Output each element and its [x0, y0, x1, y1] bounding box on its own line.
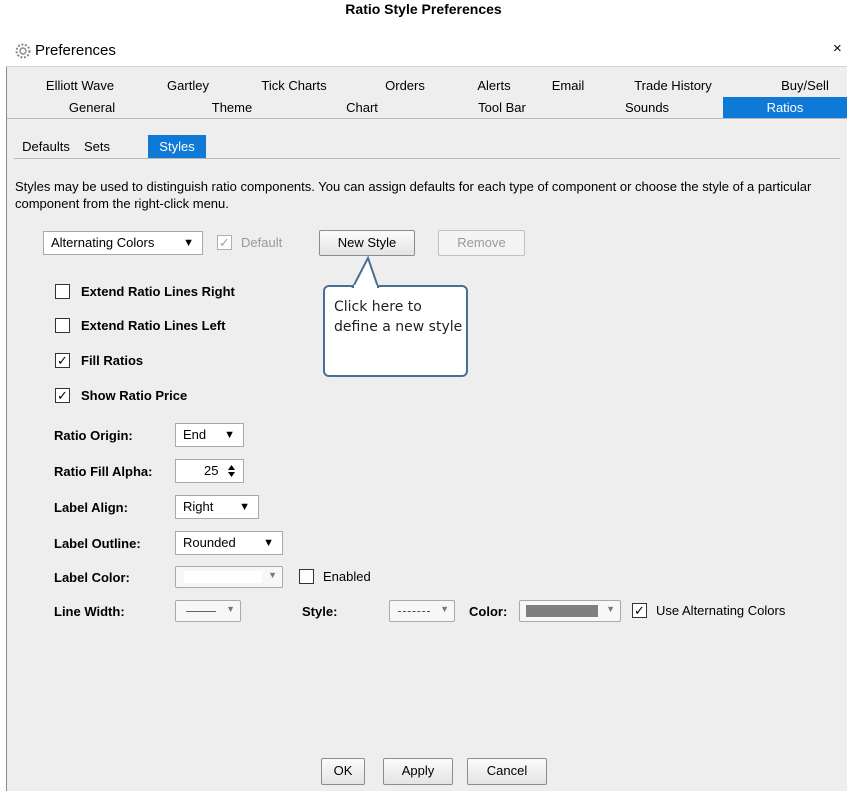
preferences-icon: [15, 43, 31, 59]
fill-ratios-label: Fill Ratios: [81, 353, 144, 368]
ok-button[interactable]: OK: [321, 758, 365, 785]
label-outline-label: Label Outline:: [54, 536, 141, 551]
default-label: Default: [241, 235, 283, 250]
ratio-fill-alpha-label: Ratio Fill Alpha:: [54, 464, 153, 479]
tab-gartley[interactable]: Gartley: [158, 75, 218, 96]
tab-buy-sell[interactable]: Buy/Sell: [773, 75, 837, 96]
line-width-select[interactable]: ▼: [175, 600, 241, 622]
check-icon: ✓: [57, 353, 68, 368]
line-color-picker[interactable]: ▼: [519, 600, 621, 622]
label-enabled-label: Enabled: [323, 569, 371, 584]
chevron-down-icon: ▼: [226, 604, 235, 614]
preferences-window: [6, 37, 847, 791]
tab-row-2: General Theme Chart Tool Bar Sounds Rati…: [7, 97, 847, 118]
tab-ratios[interactable]: Ratios: [723, 97, 847, 118]
tab-trade-history[interactable]: Trade History: [619, 75, 727, 96]
style-select-value: Alternating Colors: [51, 235, 155, 250]
tab-tool-bar[interactable]: Tool Bar: [462, 97, 542, 118]
check-icon: ✓: [57, 388, 68, 403]
cancel-button[interactable]: Cancel: [467, 758, 547, 785]
tab-alerts[interactable]: Alerts: [468, 75, 520, 96]
ratio-fill-alpha-value: 25: [204, 463, 219, 478]
fill-ratios-checkbox[interactable]: ✓: [55, 353, 70, 368]
subtab-sets[interactable]: Sets: [79, 135, 115, 158]
line-style-preview: [398, 611, 430, 612]
label-align-select[interactable]: Right ▼: [175, 495, 259, 519]
color-label: Color:: [469, 604, 508, 619]
tab-email[interactable]: Email: [544, 75, 592, 96]
tab-general[interactable]: General: [52, 97, 132, 118]
tab-chart[interactable]: Chart: [332, 97, 392, 118]
chevron-down-icon: ▼: [440, 604, 449, 614]
tab-tick-charts[interactable]: Tick Charts: [250, 75, 338, 96]
show-ratio-price-label: Show Ratio Price: [81, 388, 188, 403]
remove-button[interactable]: Remove: [438, 230, 525, 256]
ratio-origin-select[interactable]: End ▼: [175, 423, 244, 447]
chevron-down-icon: ▼: [268, 570, 277, 580]
chevron-down-icon: ▼: [239, 501, 250, 513]
chevron-down-icon: ▼: [183, 237, 194, 249]
style-select[interactable]: Alternating Colors ▼: [43, 231, 203, 255]
label-outline-value: Rounded: [183, 535, 236, 550]
tab-elliott-wave[interactable]: Elliott Wave: [42, 75, 118, 96]
label-enabled-checkbox[interactable]: [299, 569, 314, 584]
spinner-arrows-icon: [228, 465, 235, 477]
label-color-swatch: [184, 571, 262, 583]
close-icon[interactable]: ×: [833, 40, 842, 58]
new-style-button[interactable]: New Style: [319, 230, 415, 256]
use-alternating-checkbox[interactable]: ✓: [632, 603, 647, 618]
page-caption: Ratio Style Preferences: [345, 1, 502, 17]
style-label: Style:: [302, 604, 338, 619]
extend-left-checkbox[interactable]: [55, 318, 70, 333]
extend-right-checkbox[interactable]: [55, 284, 70, 299]
line-style-select[interactable]: ▼: [389, 600, 455, 622]
label-outline-select[interactable]: Rounded ▼: [175, 531, 283, 555]
chevron-down-icon: ▼: [263, 537, 274, 549]
check-icon: ✓: [219, 235, 230, 250]
tab-orders[interactable]: Orders: [377, 75, 433, 96]
line-width-label: Line Width:: [54, 604, 125, 619]
chevron-down-icon: ▼: [224, 429, 235, 441]
ratio-origin-value: End: [183, 427, 207, 442]
callout-pointer: [351, 256, 380, 288]
check-icon: ✓: [634, 603, 645, 618]
tab-theme[interactable]: Theme: [197, 97, 267, 118]
tab-row-1: Elliott Wave Gartley Tick Charts Orders …: [7, 75, 847, 96]
label-align-value: Right: [183, 499, 214, 514]
line-color-swatch: [526, 605, 598, 617]
extend-right-label: Extend Ratio Lines Right: [81, 284, 235, 299]
label-align-label: Label Align:: [54, 500, 128, 515]
title-bar: [6, 37, 847, 67]
extend-left-label: Extend Ratio Lines Left: [81, 318, 226, 333]
ratio-origin-label: Ratio Origin:: [54, 428, 133, 443]
label-color-picker[interactable]: ▼: [175, 566, 283, 588]
chevron-down-icon: ▼: [606, 604, 615, 614]
tab-sounds[interactable]: Sounds: [607, 97, 687, 118]
window-title: Preferences: [35, 42, 116, 59]
default-checkbox[interactable]: ✓: [217, 235, 232, 250]
subtab-styles[interactable]: Styles: [148, 135, 206, 158]
styles-description: Styles may be used to distinguish ratio …: [15, 179, 812, 211]
label-color-label: Label Color:: [54, 570, 130, 585]
show-ratio-price-checkbox[interactable]: ✓: [55, 388, 70, 403]
subtab-defaults[interactable]: Defaults: [14, 135, 78, 158]
line-width-preview: [186, 611, 216, 612]
ratio-fill-alpha-spinner[interactable]: 25: [175, 459, 244, 483]
callout-text: Click here to define a new style: [334, 299, 463, 335]
subtab-divider: [14, 158, 840, 159]
tab-divider: [7, 118, 847, 119]
apply-button[interactable]: Apply: [383, 758, 453, 785]
use-alternating-label: Use Alternating Colors: [656, 603, 786, 618]
